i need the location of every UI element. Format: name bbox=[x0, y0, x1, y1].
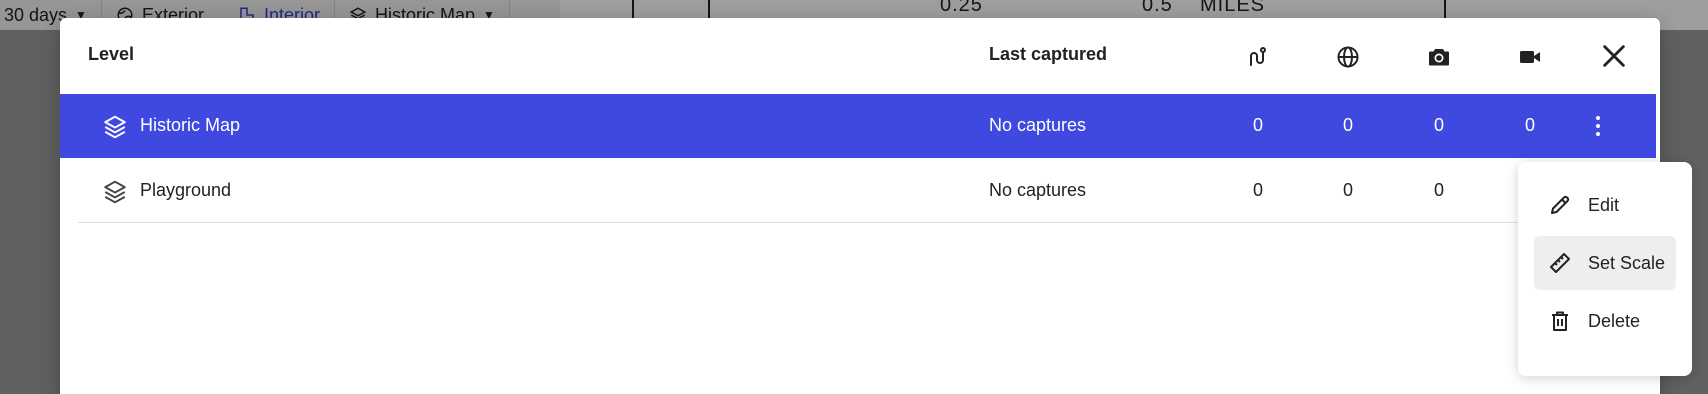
video-count: 0 bbox=[1524, 115, 1535, 135]
panorama-count: 0 bbox=[1342, 180, 1353, 200]
levels-dialog: Level Last captured Historic Map No capt… bbox=[60, 18, 1692, 394]
photo-count: 0 bbox=[1433, 115, 1444, 135]
menu-item-delete[interactable]: Delete bbox=[1534, 294, 1676, 348]
menu-item-label: Delete bbox=[1588, 310, 1641, 331]
route-count: 0 bbox=[1252, 115, 1263, 135]
close-icon[interactable] bbox=[1600, 42, 1628, 70]
table-row[interactable]: Playground No captures 0 0 0 bbox=[78, 159, 1656, 223]
ruler-icon bbox=[1550, 253, 1570, 273]
level-name[interactable]: Historic Map bbox=[140, 115, 240, 136]
panorama-count: 0 bbox=[1342, 115, 1353, 135]
camera-icon[interactable] bbox=[1427, 45, 1451, 69]
table-row[interactable]: Historic Map No captures 0 0 0 0 bbox=[60, 94, 1656, 158]
menu-item-label: Set Scale bbox=[1588, 252, 1666, 273]
more-vertical-icon[interactable] bbox=[1586, 112, 1610, 140]
last-captured-value: No captures bbox=[989, 115, 1087, 135]
menu-item-label: Edit bbox=[1588, 194, 1620, 215]
last-captured-value: No captures bbox=[989, 180, 1087, 200]
column-header-level[interactable]: Level bbox=[88, 44, 134, 65]
level-name[interactable]: Playground bbox=[140, 180, 231, 201]
table-header: Level Last captured bbox=[60, 18, 1660, 94]
menu-item-set-scale[interactable]: Set Scale bbox=[1534, 236, 1676, 290]
menu-item-edit[interactable]: Edit bbox=[1534, 178, 1676, 232]
route-count: 0 bbox=[1252, 180, 1263, 200]
photo-count: 0 bbox=[1433, 180, 1444, 200]
row-actions-menu: Edit Set Scale Delete bbox=[1518, 162, 1692, 376]
video-camera-icon[interactable] bbox=[1518, 45, 1542, 69]
globe-icon[interactable] bbox=[1336, 45, 1360, 69]
route-icon[interactable] bbox=[1246, 45, 1270, 69]
trash-icon bbox=[1552, 311, 1568, 331]
column-header-last-captured[interactable]: Last captured bbox=[989, 44, 1107, 65]
layers-icon bbox=[104, 115, 126, 139]
pencil-icon bbox=[1551, 195, 1570, 214]
layers-icon bbox=[104, 180, 126, 204]
